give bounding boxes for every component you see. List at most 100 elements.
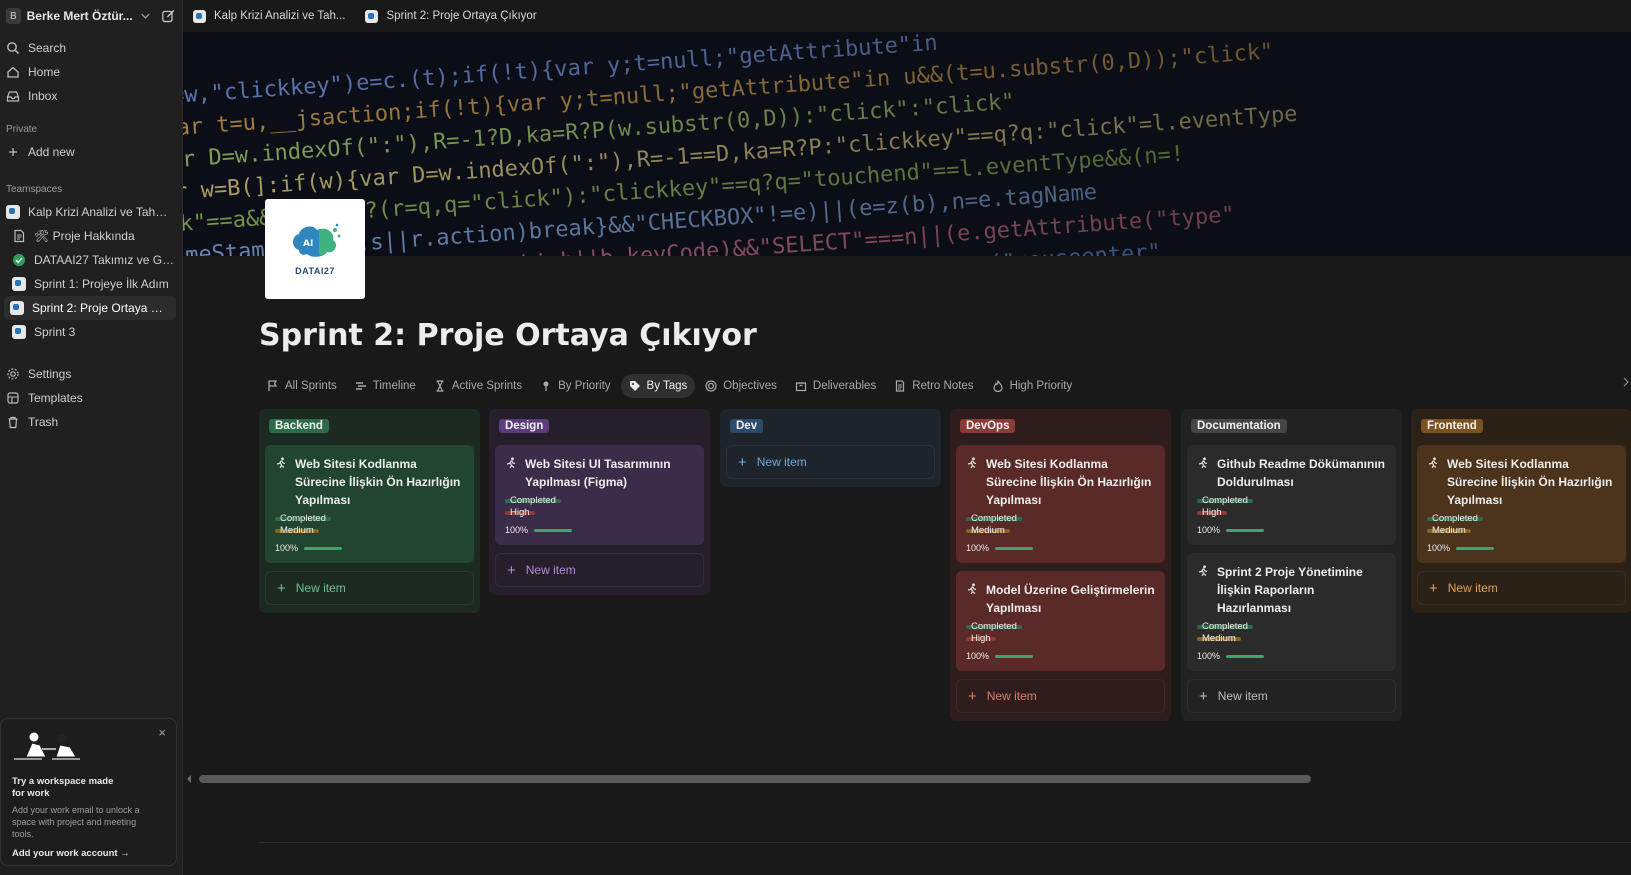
progress-fill (995, 654, 1034, 658)
scroll-left-arrow-icon[interactable] (185, 774, 193, 784)
board-card[interactable]: Web Sitesi Kodlanma Sürecine İlişkin Ön … (956, 445, 1165, 563)
runner-icon (506, 457, 516, 469)
view-active-sprints[interactable]: Active Sprints (426, 374, 530, 398)
progress-fill (1456, 546, 1495, 550)
database-views: All Sprints Timeline Active Sprints By P… (259, 373, 1082, 399)
horizontal-scrollbar[interactable] (185, 771, 1631, 783)
status-row: Completed (966, 617, 1155, 631)
sidebar-item-templates[interactable]: Templates (0, 386, 182, 410)
view-retro-notes[interactable]: Retro Notes (886, 374, 981, 398)
code-cover-art: a=w,"clickkey")e=c.(t);if(!t){var y;t=nu… (183, 32, 1631, 256)
view-timeline[interactable]: Timeline (347, 374, 424, 398)
view-by-tags[interactable]: By Tags (620, 374, 696, 398)
scrollbar-thumb[interactable] (199, 775, 1311, 783)
plus-icon: + (738, 453, 747, 471)
progress-fill (304, 546, 343, 550)
column-tag-label: Backend (269, 419, 329, 433)
brain-logo-icon: AI (293, 223, 341, 257)
card-title-row: Sprint 2 Proje Yönetimine İlişkin Raporl… (1197, 563, 1386, 617)
page-title[interactable]: Sprint 2: Proje Ortaya Çıkıyor (259, 318, 757, 353)
board-card[interactable]: Github Readme Dökümanının Doldurulması Co… (1187, 445, 1396, 545)
view-deliverables[interactable]: Deliverables (787, 374, 884, 398)
inbox-icon (6, 91, 20, 102)
page-icon-logo[interactable]: AI DATAI27 (265, 199, 365, 299)
new-item-button[interactable]: + New item (1187, 679, 1396, 713)
view-label: By Tags (646, 380, 688, 392)
progress-row: 100% (275, 543, 464, 553)
view-label: Objectives (723, 380, 777, 392)
sidebar-page-proje-hakkinda[interactable]: 🛠 Proje Hakkında (0, 224, 182, 248)
sidebar-item-search[interactable]: Search (0, 36, 182, 60)
progress-bar (1226, 528, 1265, 532)
sidebar-item-label: Home (28, 65, 61, 79)
sidebar-page-label: Sprint 1: Projeye İlk Adım (34, 277, 169, 291)
progress-bar (995, 654, 1034, 658)
new-item-label: New item (295, 581, 346, 595)
search-icon (7, 42, 20, 55)
add-work-account-link[interactable]: Add your work account → (12, 848, 165, 859)
progress-row: 100% (966, 543, 1155, 553)
progress-row: 100% (1197, 525, 1386, 535)
chevron-right-icon[interactable] (1623, 376, 1629, 388)
tab-kalp-krizi[interactable]: Kalp Krizi Analizi ve Tah... (183, 0, 355, 32)
sidebar-item-settings[interactable]: Settings (0, 362, 182, 386)
sidebar-page-sprint-1[interactable]: Sprint 1: Projeye İlk Adım (0, 272, 182, 296)
page-icon (10, 301, 24, 315)
fire-icon (992, 380, 1003, 392)
card-title-row: Github Readme Dökümanının Doldurulması (1197, 455, 1386, 491)
sidebar-item-trash[interactable]: Trash (0, 410, 182, 434)
pin-icon (543, 381, 549, 391)
promo-text: Add your work email to unlock a space wi… (12, 805, 140, 839)
status-row: Completed (1427, 509, 1616, 523)
plus-icon: + (507, 561, 516, 579)
chevron-down-icon[interactable] (139, 9, 152, 23)
new-item-button[interactable]: + New item (956, 679, 1165, 713)
view-label: Deliverables (812, 380, 877, 392)
view-all-sprints[interactable]: All Sprints (259, 374, 345, 398)
priority-row: High (505, 503, 694, 517)
board-card[interactable]: Sprint 2 Proje Yönetimine İlişkin Raporl… (1187, 553, 1396, 671)
progress-bar (1226, 654, 1265, 658)
progress-bar (304, 546, 343, 550)
view-label: Active Sprints (451, 380, 523, 392)
priority-badge: Medium (275, 526, 319, 535)
tab-sprint-2[interactable]: Sprint 2: Proje Ortaya Çıkıyor (355, 0, 546, 32)
page-cover-image[interactable]: a=w,"clickkey")e=c.(t);if(!t){var y;t=nu… (183, 32, 1631, 256)
target-icon (705, 380, 717, 392)
board-card[interactable]: Model Üzerine Geliştirmelerin Yapılması C… (956, 571, 1165, 671)
sidebar-item-home[interactable]: Home (0, 60, 182, 84)
progress-text: 100% (505, 525, 529, 535)
new-item-button[interactable]: + New item (495, 553, 704, 587)
sidebar-page-sprint-2[interactable]: Sprint 2: Proje Ortaya Çı... (4, 296, 176, 320)
view-high-priority[interactable]: High Priority (984, 374, 1081, 398)
workspace-switcher[interactable]: B Berke Mert Öztür... (0, 0, 182, 32)
sidebar-item-inbox[interactable]: Inbox (0, 84, 182, 108)
new-item-button[interactable]: + New item (265, 571, 474, 605)
close-icon[interactable]: × (158, 725, 166, 740)
view-objectives[interactable]: Objectives (697, 374, 785, 398)
sidebar-page-sprint-3[interactable]: Sprint 3 (0, 320, 182, 344)
progress-bar (534, 528, 573, 532)
progress-row: 100% (966, 651, 1155, 661)
progress-text: 100% (1197, 651, 1221, 661)
workspace-name: Berke Mert Öztür... (26, 9, 133, 23)
sidebar-page-dataai27[interactable]: DATAAI27 Takımız ve Gör... (0, 248, 182, 272)
priority-badge: Medium (1427, 526, 1471, 535)
trash-icon (8, 416, 18, 429)
board-card[interactable]: Web Sitesi UI Tasarımının Yapılması (Fig… (495, 445, 704, 545)
sidebar-teamspace[interactable]: Kalp Krizi Analizi ve Tahmini (0, 200, 182, 224)
flag-icon (268, 380, 278, 391)
progress-row: 100% (1427, 543, 1616, 553)
column-tag-label: Dev (730, 419, 764, 433)
board-card[interactable]: Web Sitesi Kodlanma Sürecine İlişkin Ön … (265, 445, 474, 563)
new-item-button[interactable]: + New item (726, 445, 935, 479)
add-new-button[interactable]: Add new (0, 140, 182, 164)
new-item-button[interactable]: + New item (1417, 571, 1626, 605)
new-page-icon[interactable] (161, 8, 176, 24)
board-card[interactable]: Web Sitesi Kodlanma Sürecine İlişkin Ön … (1417, 445, 1626, 563)
hourglass-icon (436, 380, 444, 392)
card-title: Web Sitesi Kodlanma Sürecine İlişkin Ön … (1447, 457, 1613, 507)
priority-row: Medium (1427, 521, 1616, 535)
view-by-priority[interactable]: By Priority (532, 374, 618, 398)
sidebar-page-label: 🛠 Proje Hakkında (34, 229, 135, 243)
